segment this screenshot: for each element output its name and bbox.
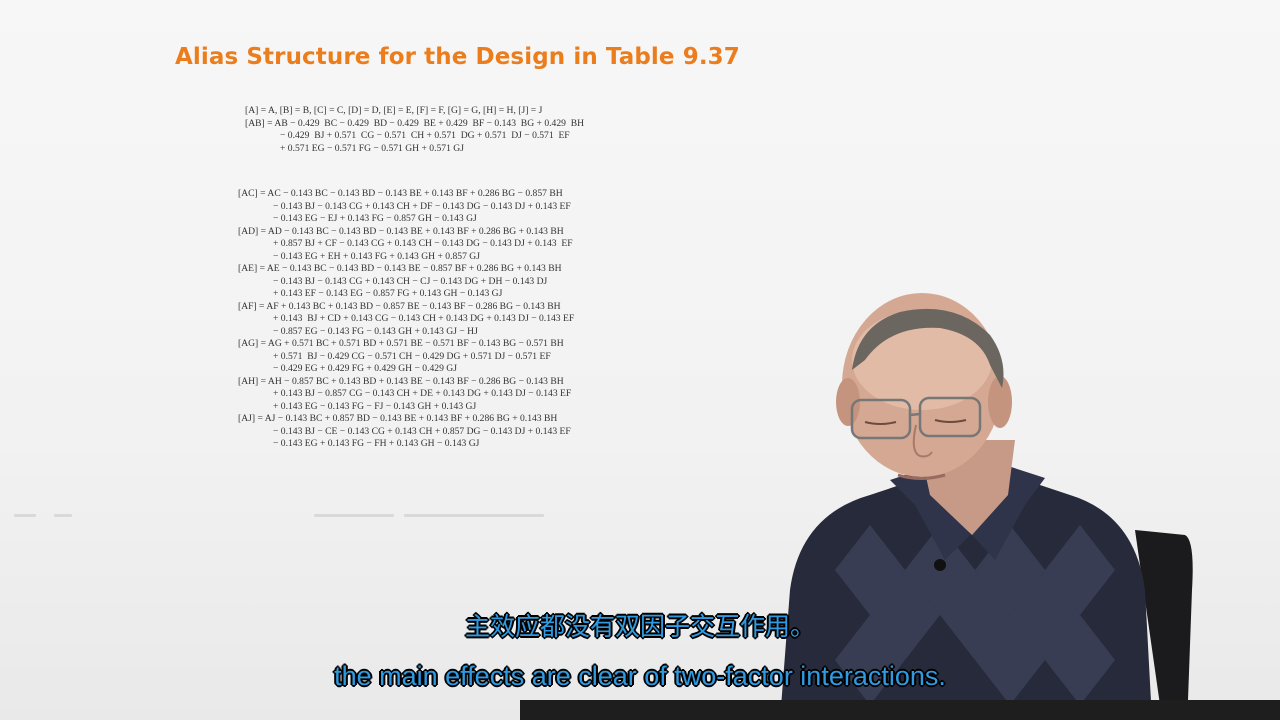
equation-line: [AJ] = AJ − 0.143 BC + 0.857 BD − 0.143 … [238,413,558,424]
slide-footer-faint [14,512,544,522]
equation-line: [AG] = AG + 0.571 BC + 0.571 BD + 0.571 … [238,338,564,349]
lapel-mic [934,559,946,571]
equation-line: − 0.429 BJ + 0.571 CG − 0.571 CH + 0.571… [280,130,570,141]
equation-line: − 0.143 BJ − 0.143 CG + 0.143 CH + DF − … [273,200,571,212]
main-effects-block: [A] = A, [B] = B, [C] = C, [D] = D, [E] … [245,105,584,155]
equation-line: [A] = A, [B] = B, [C] = C, [D] = D, [E] … [245,105,543,116]
subtitle-english: the main effects are clear of two-factor… [334,661,946,691]
desk-edge [520,700,1280,720]
equation-line: + 0.857 BJ + CF − 0.143 CG + 0.143 CH − … [273,238,573,249]
equation-line: − 0.429 EG + 0.429 FG + 0.429 GH − 0.429… [273,363,457,374]
equation-line: [AC] = AC − 0.143 BC − 0.143 BD − 0.143 … [238,188,563,199]
equation-line: [AE] = AE − 0.143 BC − 0.143 BD − 0.143 … [238,263,562,274]
equation-line: − 0.143 EG + EH + 0.143 FG + 0.143 GH + … [273,250,480,262]
slide-title: Alias Structure for the Design in Table … [175,44,740,70]
equation-line: [AB] = AB − 0.429 BC − 0.429 BD − 0.429 … [245,117,585,129]
equation-line: [AH] = AH − 0.857 BC + 0.143 BD + 0.143 … [238,375,564,387]
equation-line: − 0.143 EG − EJ + 0.143 FG − 0.857 GH − … [273,213,477,224]
equation-line: + 0.571 EG − 0.571 FG − 0.571 GH + 0.571… [280,142,464,154]
equation-line: [AF] = AF + 0.143 BC + 0.143 BD − 0.857 … [238,300,561,312]
equation-line: − 0.143 BJ − CE − 0.143 CG + 0.143 CH + … [273,425,571,437]
equation-line: + 0.143 EF − 0.143 EG − 0.857 FG + 0.143… [273,288,503,299]
alias-equations-block: [AC] = AC − 0.143 BC − 0.143 BD − 0.143 … [238,188,574,451]
equation-line: + 0.143 EG − 0.143 FG − FJ − 0.143 GH + … [273,400,477,412]
equation-line: + 0.143 BJ + CD + 0.143 CG − 0.143 CH + … [273,313,575,324]
presenter-video [780,293,1193,720]
equation-line: + 0.571 BJ − 0.429 CG − 0.571 CH − 0.429… [273,350,551,362]
equation-line: + 0.143 BJ − 0.857 CG − 0.143 CH + DE + … [273,388,572,399]
equation-line: − 0.143 EG + 0.143 FG − FH + 0.143 GH − … [273,438,480,449]
subtitle-chinese: 主效应都没有双因子交互作用。 [464,612,815,641]
equation-line: − 0.143 BJ − 0.143 CG + 0.143 CH − CJ − … [273,275,548,287]
equation-line: − 0.857 EG − 0.143 FG − 0.143 GH + 0.143… [273,325,478,337]
equation-line: [AD] = AD − 0.143 BC − 0.143 BD − 0.143 … [238,225,564,237]
